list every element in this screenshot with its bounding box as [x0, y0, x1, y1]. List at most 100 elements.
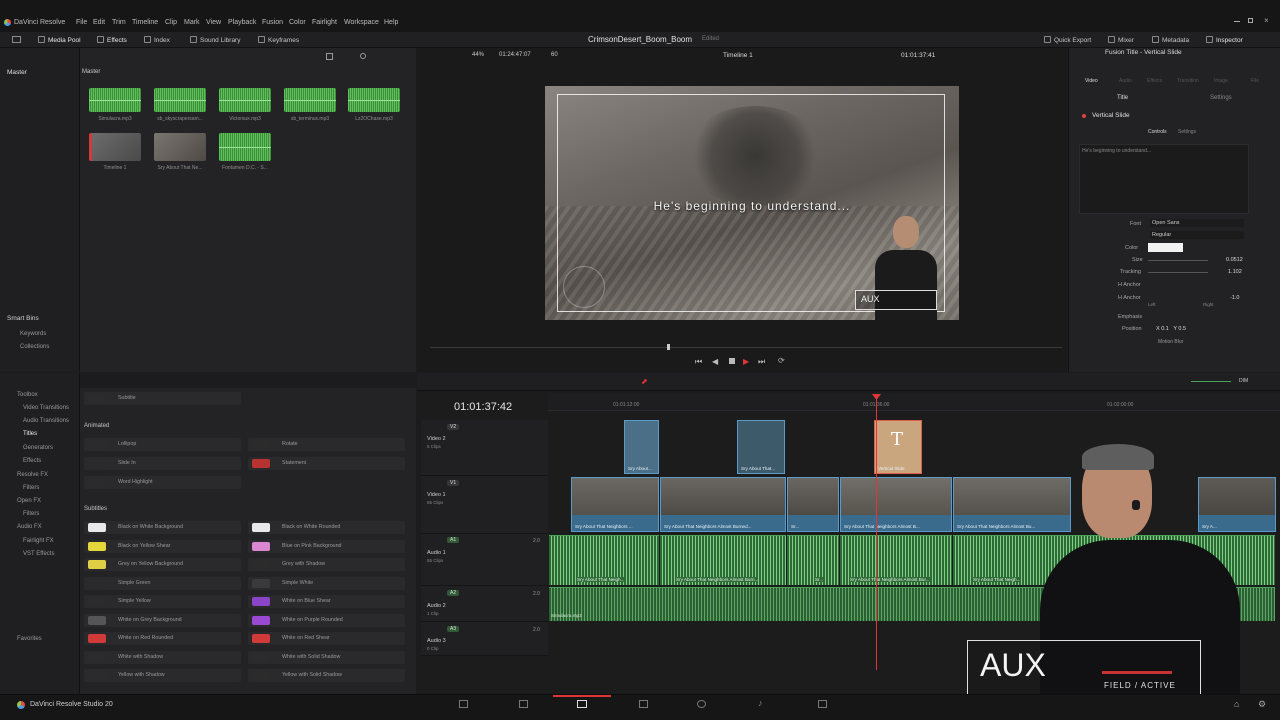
prev-frame-button[interactable]: ◀ — [712, 357, 718, 366]
inspector-button[interactable]: Inspector — [1206, 36, 1243, 44]
fx-item-grey-with-shadow[interactable]: Grey with Shadow — [248, 558, 405, 571]
page-fairlight-icon[interactable]: ♪ — [758, 698, 763, 708]
menu-edit[interactable]: Edit — [93, 19, 105, 26]
fx-item-white-on-blue-shear[interactable]: White on Blue Shear — [248, 595, 405, 608]
timeline-clip-v1[interactable]: Sry About That Neighbors Almost Burned..… — [660, 477, 786, 532]
page-cut-icon[interactable] — [519, 700, 528, 708]
timeline-clip-v1[interactable]: Sry About That Neighbors ... — [571, 477, 659, 532]
audio-clip-a1[interactable]: Sry About That Neighbors Almost Bur... — [840, 535, 952, 585]
menu-file[interactable]: File — [76, 19, 87, 26]
panel-toggle-icon[interactable] — [12, 36, 21, 43]
volume-slider[interactable] — [1191, 381, 1231, 382]
tab-file[interactable]: File — [1251, 78, 1259, 84]
fx-item-slide-in[interactable]: Slide In — [84, 457, 241, 470]
tree-toolbox[interactable]: Toolbox — [17, 392, 38, 398]
fx-item-blue-on-pink-bg[interactable]: Blue on Pink Background — [248, 540, 405, 553]
menu-fusion[interactable]: Fusion — [262, 19, 283, 26]
timeline-clip-v1[interactable]: Sr... — [787, 477, 839, 532]
title-text-input[interactable]: He's beginning to understand... — [1079, 144, 1249, 214]
media-clip[interactable]: sb_skyscrapersam... — [154, 88, 206, 122]
fx-item-white-with-shadow[interactable]: White with Shadow — [84, 651, 241, 664]
title-clip-vertical-slide[interactable]: T Vertical Slide — [874, 420, 922, 474]
tree-effects[interactable]: Effects — [23, 458, 41, 464]
menu-clip[interactable]: Clip — [165, 19, 177, 26]
controls-tab[interactable]: Controls — [1148, 129, 1167, 135]
subtab-settings[interactable]: Settings — [1210, 95, 1232, 101]
metadata-button[interactable]: Metadata — [1152, 36, 1189, 44]
tab-image[interactable]: Image — [1214, 78, 1228, 84]
jog-scrubber[interactable] — [430, 347, 1062, 348]
track-id-a3[interactable]: A3 — [447, 626, 460, 632]
fx-item-statement[interactable]: Statement — [248, 457, 405, 470]
minimize-icon[interactable] — [1234, 21, 1240, 22]
close-icon[interactable]: × — [1264, 16, 1269, 25]
media-clip[interactable]: Timeline 1 — [89, 133, 141, 171]
view-grid-icon[interactable] — [326, 53, 333, 60]
skip-back-button[interactable]: ⏮ — [695, 357, 702, 367]
index-button[interactable]: Index — [144, 36, 170, 44]
playhead-marker[interactable] — [667, 344, 670, 350]
tracking-slider[interactable] — [1148, 272, 1208, 273]
menu-fairlight[interactable]: Fairlight — [312, 19, 337, 26]
tree-filters-2[interactable]: Filters — [23, 511, 39, 517]
skip-forward-button[interactable]: ⏭ — [758, 357, 765, 367]
media-clip[interactable]: Fontamen D.C. - S... — [219, 133, 271, 171]
menu-timeline[interactable]: Timeline — [132, 19, 158, 26]
track-header-v2[interactable]: V2 Video 2 5 Clips — [421, 420, 548, 476]
track-id-a2[interactable]: A2 — [447, 590, 460, 596]
timeline-clip-v1[interactable]: Sry About That Neighbors Almost B... — [840, 477, 952, 532]
menu-app[interactable]: DaVinci Resolve — [14, 19, 65, 26]
subtab-title[interactable]: Title — [1117, 95, 1128, 101]
maximize-icon[interactable] — [1248, 18, 1253, 23]
tree-resolve-fx[interactable]: Resolve FX — [17, 472, 48, 478]
fx-item-white-on-grey-bg[interactable]: White on Grey Background — [84, 614, 241, 627]
font-style-dropdown[interactable]: Regular — [1150, 231, 1244, 239]
fx-item-black-on-yellow-shear[interactable]: Black on Yellow Shear — [84, 540, 241, 553]
media-clip[interactable]: Simulacra.mp3 — [89, 88, 141, 122]
menu-view[interactable]: View — [206, 19, 221, 26]
page-fusion-icon[interactable] — [639, 700, 648, 708]
tab-video[interactable]: Video — [1085, 78, 1098, 84]
timeline-clip-v2[interactable]: Sry About That... — [737, 420, 785, 474]
track-header-a1[interactable]: A1 Audio 1 55 Clips 2.0 — [421, 534, 548, 586]
page-deliver-icon[interactable] — [818, 700, 827, 708]
menu-playback[interactable]: Playback — [228, 19, 256, 26]
fx-item-rotate[interactable]: Rotate — [248, 438, 405, 451]
timeline-playhead[interactable] — [876, 394, 877, 670]
tree-video-transitions[interactable]: Video Transitions — [23, 405, 69, 411]
h-anchor-value[interactable]: -1.0 — [1230, 295, 1239, 301]
tree-open-fx[interactable]: Open FX — [17, 498, 41, 504]
quick-export-button[interactable]: Quick Export — [1044, 36, 1091, 44]
fx-item-lollipop[interactable]: Lollipop — [84, 438, 241, 451]
stop-button[interactable] — [729, 358, 735, 364]
timeline-clip-v2[interactable]: Sry About... — [624, 420, 659, 474]
fx-item-word-highlight[interactable]: Word Highlight — [84, 476, 241, 489]
track-id-a1[interactable]: A1 — [447, 537, 460, 543]
tree-audio-fx[interactable]: Audio FX — [17, 524, 42, 530]
audio-clip-a1[interactable]: Sr... — [787, 535, 839, 585]
track-header-a2[interactable]: A2 Audio 2 1 Clip 2.0 — [421, 586, 548, 622]
size-slider[interactable] — [1148, 260, 1208, 261]
media-clip[interactable]: sb_terminus.mp3 — [284, 88, 336, 122]
home-icon[interactable]: ⌂ — [1234, 699, 1239, 709]
track-header-v1[interactable]: V1 Video 1 55 Clips — [421, 476, 548, 534]
track-id-v2[interactable]: V2 — [447, 424, 460, 430]
menu-workspace[interactable]: Workspace — [344, 19, 379, 26]
fx-item-subtitle[interactable]: Subtitle — [84, 392, 241, 405]
size-value[interactable]: 0.0512 — [1226, 257, 1243, 263]
fx-item-yellow-with-shadow[interactable]: Yellow with Shadow — [84, 669, 241, 682]
video-preview[interactable]: He's beginning to understand... AUX — [545, 86, 959, 320]
bin-collections[interactable]: Collections — [20, 344, 49, 350]
settings-gear-icon[interactable]: ⚙ — [1258, 699, 1266, 710]
time-ruler[interactable] — [548, 393, 1280, 411]
menu-trim[interactable]: Trim — [112, 19, 126, 26]
fx-item-yellow-with-solid-shadow[interactable]: Yellow with Solid Shadow — [248, 669, 405, 682]
media-clip[interactable]: Victorsux.mp3 — [219, 88, 271, 122]
tab-audio[interactable]: Audio — [1119, 78, 1132, 84]
media-pool-button[interactable]: Media Pool — [38, 36, 81, 44]
dim-button[interactable]: DIM — [1239, 378, 1248, 384]
bin-master[interactable]: Master — [7, 69, 27, 76]
search-icon[interactable] — [360, 53, 366, 59]
page-media-icon[interactable] — [459, 700, 468, 708]
tree-filters[interactable]: Filters — [23, 485, 39, 491]
